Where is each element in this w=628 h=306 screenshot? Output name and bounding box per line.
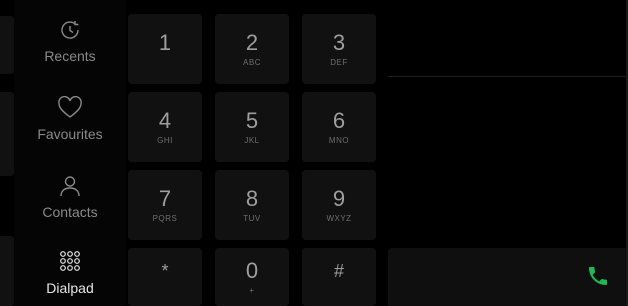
key-9[interactable]: 9 WXYZ: [302, 170, 376, 240]
edge-strip: [0, 236, 14, 306]
dialpad-icon: [56, 248, 84, 276]
key-2[interactable]: 2 ABC: [215, 14, 289, 84]
key-digit: 5: [245, 107, 259, 133]
navigation-rail: Recents Favourites Contacts Dialpad: [14, 0, 126, 306]
call-button[interactable]: [584, 264, 612, 292]
number-display: [388, 12, 628, 77]
key-letters: TUV: [243, 213, 261, 223]
key-4[interactable]: 4 GHI: [128, 92, 202, 162]
key-letters: ABC: [243, 57, 261, 67]
key-digit: 6: [332, 107, 346, 133]
key-hash[interactable]: #: [302, 248, 376, 306]
call-bar: [388, 248, 626, 306]
phone-icon: [586, 264, 610, 293]
nav-label-dialpad: Dialpad: [46, 280, 94, 296]
key-7[interactable]: 7 PQRS: [128, 170, 202, 240]
key-digit: 7: [158, 185, 172, 211]
key-letters: MNO: [328, 135, 350, 145]
key-letters: +: [249, 285, 255, 295]
key-letters: GHI: [157, 135, 173, 145]
nav-item-dialpad[interactable]: Dialpad: [14, 218, 126, 296]
key-digit: 1: [158, 29, 172, 55]
key-3[interactable]: 3 DEF: [302, 14, 376, 84]
key-letters: DEF: [330, 57, 348, 67]
key-8[interactable]: 8 TUV: [215, 170, 289, 240]
person-icon: [56, 172, 84, 200]
key-5[interactable]: 5 JKL: [215, 92, 289, 162]
nav-label-recents: Recents: [44, 48, 96, 64]
nav-item-recents[interactable]: Recents: [14, 0, 126, 64]
heart-icon: [56, 94, 84, 122]
nav-item-favourites[interactable]: Favourites: [14, 64, 126, 142]
nav-label-favourites: Favourites: [37, 126, 103, 142]
key-digit: #: [333, 260, 344, 281]
nav-item-contacts[interactable]: Contacts: [14, 142, 126, 220]
key-digit: 3: [332, 29, 346, 55]
key-letters: WXYZ: [326, 213, 352, 223]
key-letters: JKL: [244, 135, 260, 145]
edge-strip: [0, 16, 14, 74]
key-digit: *: [161, 260, 169, 281]
key-digit: 9: [332, 185, 346, 211]
edge-strip: [0, 92, 14, 176]
key-star[interactable]: *: [128, 248, 202, 306]
key-0[interactable]: 0 +: [215, 248, 289, 306]
key-digit: 0: [245, 257, 259, 283]
key-digit: 4: [158, 107, 172, 133]
key-letters: PQRS: [152, 213, 178, 223]
key-1[interactable]: 1: [128, 14, 202, 84]
key-digit: 2: [245, 29, 259, 55]
recents-icon: [56, 16, 84, 44]
key-digit: 8: [245, 185, 259, 211]
key-6[interactable]: 6 MNO: [302, 92, 376, 162]
